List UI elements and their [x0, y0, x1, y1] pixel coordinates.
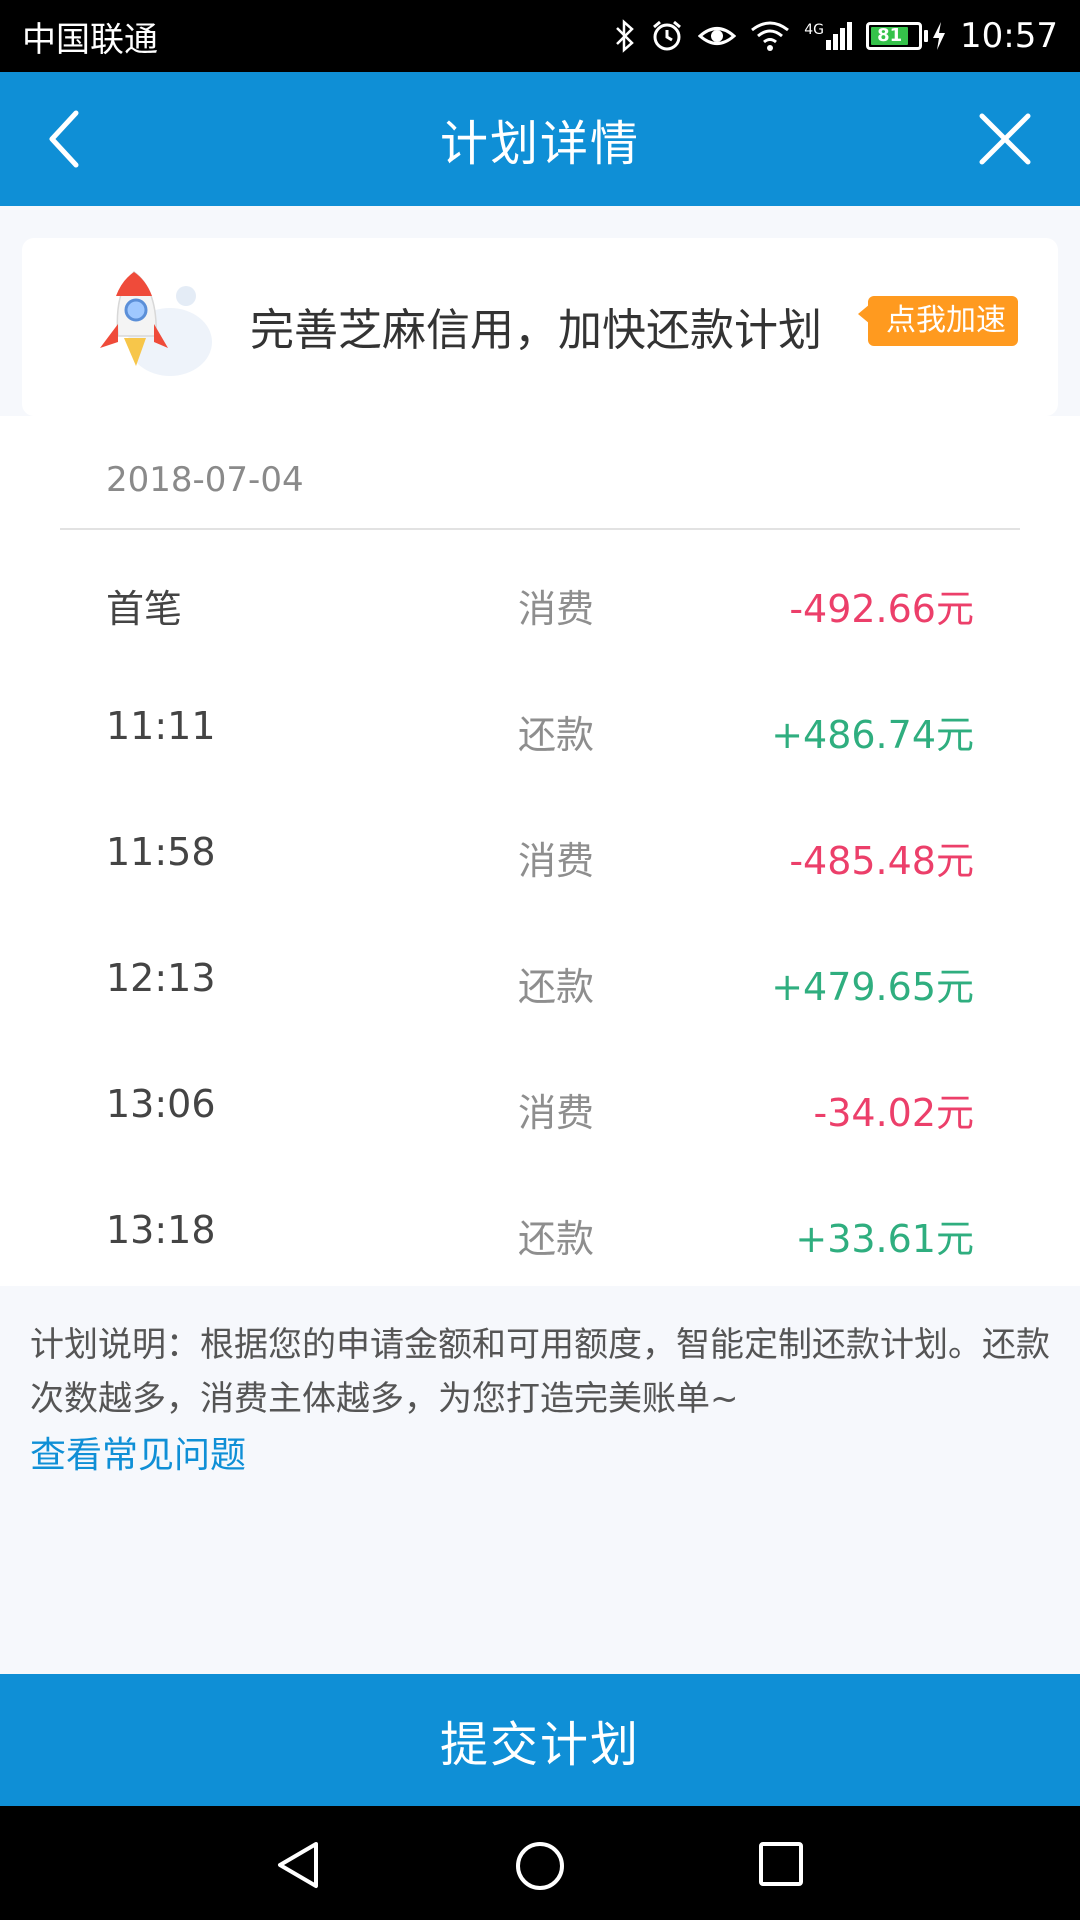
chevron-left-icon [49, 110, 79, 168]
row-type: 消费 [518, 1091, 595, 1135]
close-button[interactable] [972, 106, 1038, 172]
row-amount: +33.61元 [795, 1217, 974, 1261]
carrier-name: 中国联通 [22, 19, 158, 60]
alarm-icon [653, 20, 682, 51]
schedule-row: 13:18 还款 +33.61元 [0, 1164, 1080, 1290]
row-time: 首笔 [106, 587, 183, 631]
row-amount: -492.66元 [789, 587, 974, 631]
page-title: 计划详情 [439, 116, 640, 172]
battery-icon: 81 [866, 22, 946, 50]
row-amount: -485.48元 [789, 839, 974, 883]
row-time: 11:58 [106, 830, 216, 874]
schedule-list: 2018-07-04 首笔 消费 -492.66元 11:11 还款 +486.… [0, 416, 1080, 1286]
row-type: 消费 [518, 587, 595, 631]
network-type: 4G [804, 22, 825, 38]
schedule-row: 11:58 消费 -485.48元 [0, 786, 1080, 912]
back-button[interactable] [42, 105, 102, 173]
row-time: 11:11 [106, 704, 216, 748]
wifi-icon [751, 21, 790, 51]
row-amount: -34.02元 [813, 1091, 975, 1135]
rocket-icon [100, 271, 212, 376]
clock: 10:57 [960, 16, 1058, 56]
row-type: 还款 [518, 965, 595, 1009]
promo-text: 完善芝麻信用，加快还款计划 [250, 305, 822, 356]
speed-up-button[interactable]: 点我加速 [858, 296, 1018, 346]
nav-home-icon[interactable] [514, 1840, 566, 1892]
signal-icon: 4G [804, 22, 853, 50]
schedule-row: 12:13 还款 +479.65元 [0, 912, 1080, 1038]
nav-back-icon[interactable] [274, 1840, 322, 1890]
app-header: 计划详情 [0, 72, 1080, 206]
bluetooth-icon [616, 19, 635, 53]
close-icon [979, 113, 1031, 165]
schedule-row: 13:06 消费 -34.02元 [0, 1038, 1080, 1164]
row-time: 13:06 [106, 1082, 216, 1126]
system-nav-bar [0, 1806, 1080, 1920]
charging-icon [933, 22, 946, 50]
status-icons: 4G 81 10:57 [614, 16, 1058, 56]
faq-link[interactable]: 查看常见问题 [30, 1426, 246, 1478]
schedule-date: 2018-07-04 [106, 460, 304, 500]
schedule-row: 首笔 消费 -492.66元 [0, 534, 1080, 660]
row-amount: +486.74元 [771, 713, 974, 757]
promo-card[interactable]: 完善芝麻信用，加快还款计划 点我加速 [22, 238, 1058, 416]
row-type: 还款 [518, 713, 595, 757]
nav-recents-icon[interactable] [758, 1840, 804, 1888]
status-bar: 中国联通 4G 81 10:57 [0, 0, 1080, 72]
divider [60, 528, 1020, 530]
plan-description: 计划说明：根据您的申请金额和可用额度，智能定制还款计划。还款次数越多，消费主体越… [30, 1325, 1050, 1419]
row-time: 12:13 [106, 956, 216, 1000]
row-type: 还款 [518, 1217, 595, 1261]
row-type: 消费 [518, 839, 595, 883]
schedule-row: 11:11 还款 +486.74元 [0, 660, 1080, 786]
row-time: 13:18 [106, 1208, 216, 1252]
eye-icon [698, 27, 737, 45]
submit-plan-button[interactable]: 提交计划 [0, 1674, 1080, 1806]
battery-level: 81 [871, 27, 909, 45]
row-amount: +479.65元 [771, 965, 974, 1009]
